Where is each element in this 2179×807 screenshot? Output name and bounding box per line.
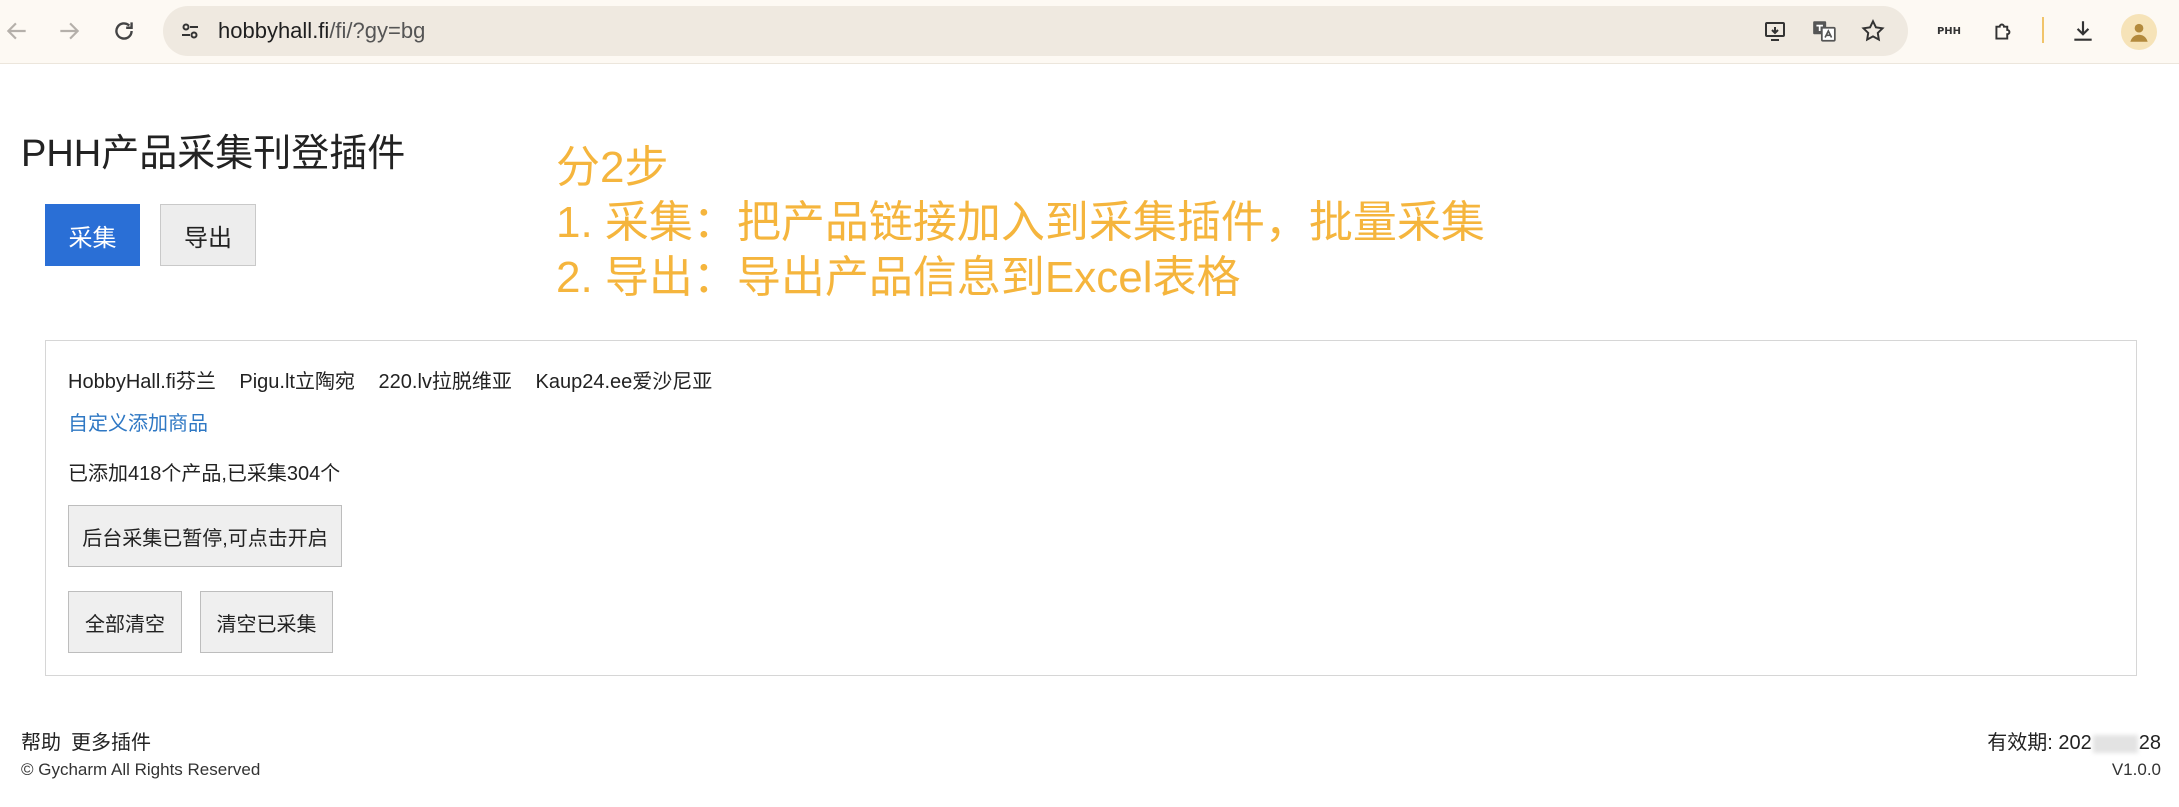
site-item-kaup24[interactable]: Kaup24.ee爱沙尼亚: [535, 371, 712, 393]
expiry-date: 有效期: 202 28: [1987, 726, 2161, 755]
collection-panel: HobbyHall.fi芬兰 Pigu.lt立陶宛 220.lv拉脱维亚 Kau…: [45, 340, 2137, 676]
toolbar-separator: [2042, 17, 2044, 43]
copyright: © Gycharm All Rights Reserved: [21, 760, 261, 779]
profile-avatar-icon[interactable]: [2121, 14, 2157, 50]
browser-toolbar: hobbyhall.fi/fi/?gy=bg PHH: [0, 0, 2179, 64]
annotation-line-2: 1. 采集：把产品链接加入到采集插件，批量采集: [556, 198, 1485, 247]
expiry-suffix: 28: [2138, 732, 2161, 754]
site-item-220lv[interactable]: 220.lv拉脱维亚: [379, 371, 512, 393]
extensions-puzzle-icon[interactable]: [1987, 14, 2021, 48]
export-button[interactable]: 导出: [160, 204, 256, 266]
download-icon[interactable]: [2066, 14, 2100, 48]
steps-annotation: 分2步 1. 采集：把产品链接加入到采集插件，批量采集 2. 导出：导出产品信息…: [556, 140, 1485, 305]
site-list: HobbyHall.fi芬兰 Pigu.lt立陶宛 220.lv拉脱维亚 Kau…: [68, 365, 730, 394]
version-label: V1.0.0: [2111, 760, 2161, 779]
forward-icon[interactable]: [52, 14, 86, 48]
phh-extension-label: PHH: [1936, 25, 1962, 37]
url-path: /fi/?gy=bg: [329, 18, 426, 43]
annotation-line-3: 2. 导出：导出产品信息到Excel表格: [556, 253, 1241, 302]
phh-extension-icon[interactable]: PHH: [1935, 17, 1963, 45]
translate-icon[interactable]: [1809, 16, 1839, 46]
collection-stats: 已添加418个产品,已采集304个: [68, 463, 341, 485]
url-host: hobbyhall.fi: [218, 18, 330, 43]
site-settings-icon[interactable]: [175, 16, 205, 46]
clear-all-button[interactable]: 全部清空: [68, 591, 182, 653]
site-item-pigu[interactable]: Pigu.lt立陶宛: [239, 371, 355, 393]
address-bar[interactable]: hobbyhall.fi/fi/?gy=bg: [163, 6, 1908, 56]
more-plugins-link[interactable]: 更多插件: [71, 732, 151, 754]
page-title: PHH产品采集刊登插件: [21, 133, 406, 175]
bookmark-star-icon[interactable]: [1858, 16, 1888, 46]
site-item-hobbyhall[interactable]: HobbyHall.fi芬兰: [68, 371, 216, 393]
reload-icon[interactable]: [107, 14, 141, 48]
back-icon[interactable]: [0, 14, 34, 48]
collect-button[interactable]: 采集: [45, 204, 140, 266]
custom-add-product-link[interactable]: 自定义添加商品: [68, 407, 208, 436]
clear-collected-button[interactable]: 清空已采集: [200, 591, 333, 653]
help-link[interactable]: 帮助: [21, 732, 61, 754]
install-app-icon[interactable]: [1760, 16, 1790, 46]
redacted-date-blur: [2092, 734, 2138, 753]
background-collect-toggle-button[interactable]: 后台采集已暂停,可点击开启: [68, 505, 342, 567]
annotation-line-1: 分2步: [556, 143, 669, 192]
url-text[interactable]: hobbyhall.fi/fi/?gy=bg: [218, 18, 425, 44]
expiry-label: 有效期: 202: [1987, 732, 2092, 754]
footer-links: 帮助 更多插件: [21, 726, 161, 755]
